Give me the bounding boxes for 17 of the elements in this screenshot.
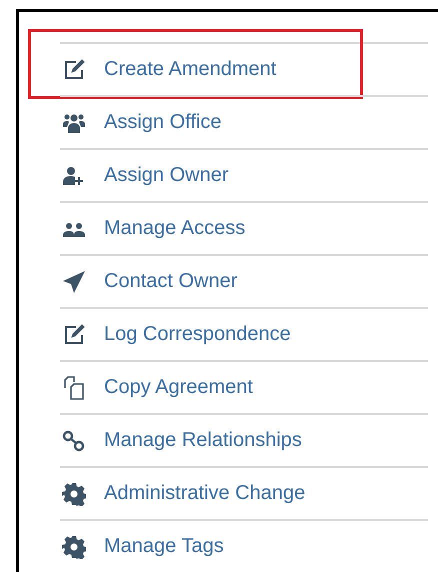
menu-item[interactable]: Contact Owner <box>104 270 238 293</box>
paper-plane-icon <box>62 270 86 294</box>
edit-icon <box>62 322 86 346</box>
menu-item[interactable]: Create Amendment <box>104 58 276 81</box>
menu-item[interactable]: Manage Tags <box>104 535 224 558</box>
menu-item[interactable]: Manage Access <box>104 217 246 240</box>
menu-item[interactable]: Administrative Change <box>104 482 306 505</box>
menu-item[interactable]: Assign Office <box>104 111 222 134</box>
menu-item[interactable]: Manage Relationships <box>104 429 302 452</box>
gear-icon <box>62 534 86 558</box>
copy-icon <box>62 376 86 400</box>
gear-icon <box>62 482 86 506</box>
menu-item[interactable]: Assign Owner <box>104 164 228 187</box>
menu-item[interactable]: Copy Agreement <box>104 376 253 399</box>
chain-link-icon <box>62 428 86 452</box>
menu-item[interactable]: Log Correspondence <box>104 323 291 346</box>
edit-icon <box>62 58 86 82</box>
